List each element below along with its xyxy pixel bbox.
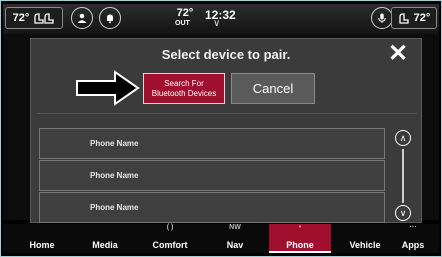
- passenger-seat-icon: [399, 13, 409, 24]
- search-bluetooth-button[interactable]: Search For Bluetooth Devices: [143, 73, 225, 104]
- left-temp: 72°: [12, 12, 30, 24]
- search-button-line2: Bluetooth Devices: [151, 88, 217, 98]
- status-bar: 72° 72° OUT 12:32 ∨ 72°: [3, 4, 439, 34]
- nav-home-label: Home: [29, 240, 55, 250]
- nav-apps[interactable]: ⋯ Apps: [387, 224, 439, 253]
- list-item[interactable]: Phone Name: [39, 160, 385, 191]
- nav-comfort[interactable]: ( ) Comfort: [139, 224, 201, 253]
- divider: [37, 113, 417, 114]
- active-indicator: [269, 251, 331, 253]
- scroll-down-button[interactable]: ∨: [395, 205, 411, 221]
- nav-home[interactable]: Home: [11, 224, 73, 253]
- pair-device-dialog: Select device to pair. ✕ Search For Blue…: [30, 38, 422, 223]
- scroll-up-button[interactable]: ∧: [395, 130, 411, 146]
- clock-and-outside-temp: 72° OUT 12:32 ∨: [173, 6, 253, 30]
- dialog-title: Select device to pair.: [161, 47, 291, 62]
- seat-heat-icon: [34, 13, 54, 24]
- driver-profile-icon[interactable]: [71, 7, 93, 29]
- close-icon[interactable]: ✕: [387, 42, 409, 66]
- apps-icon: ⋯: [409, 224, 417, 231]
- scrollbar-track[interactable]: [402, 149, 404, 203]
- clock: 12:32: [205, 8, 236, 22]
- nav-apps-label: Apps: [401, 240, 425, 250]
- nav-comfort-label: Comfort: [152, 240, 188, 250]
- passenger-climate-button[interactable]: 72°: [391, 7, 437, 29]
- outside-temp: 72°: [176, 7, 194, 19]
- nav-phone[interactable]: • Phone: [269, 224, 331, 253]
- comfort-icon: ( ): [166, 224, 174, 231]
- pointer-arrow-icon: [76, 70, 140, 106]
- microphone-icon[interactable]: [371, 7, 393, 29]
- cancel-button[interactable]: Cancel: [231, 73, 315, 104]
- phone-icon: •: [298, 224, 302, 231]
- nav-media[interactable]: Media: [74, 224, 136, 253]
- bottom-nav: Home Media ( ) Comfort NW Nav • Phone Ve…: [3, 224, 439, 253]
- nav-nav-label: Nav: [226, 240, 244, 250]
- driver-climate-button[interactable]: 72°: [5, 7, 63, 29]
- chevron-down-icon[interactable]: ∨: [213, 18, 220, 29]
- search-button-line1: Search For: [164, 78, 204, 88]
- right-temp: 72°: [413, 12, 431, 24]
- list-item[interactable]: Phone Name: [39, 192, 385, 223]
- notification-bell-icon[interactable]: [99, 7, 121, 29]
- list-item[interactable]: Phone Name: [39, 128, 385, 159]
- nav-nav[interactable]: NW Nav: [204, 224, 266, 253]
- nav-phone-label: Phone: [286, 240, 314, 250]
- outside-label: OUT: [175, 20, 190, 27]
- compass-icon: NW: [229, 224, 241, 231]
- nav-media-label: Media: [92, 240, 118, 250]
